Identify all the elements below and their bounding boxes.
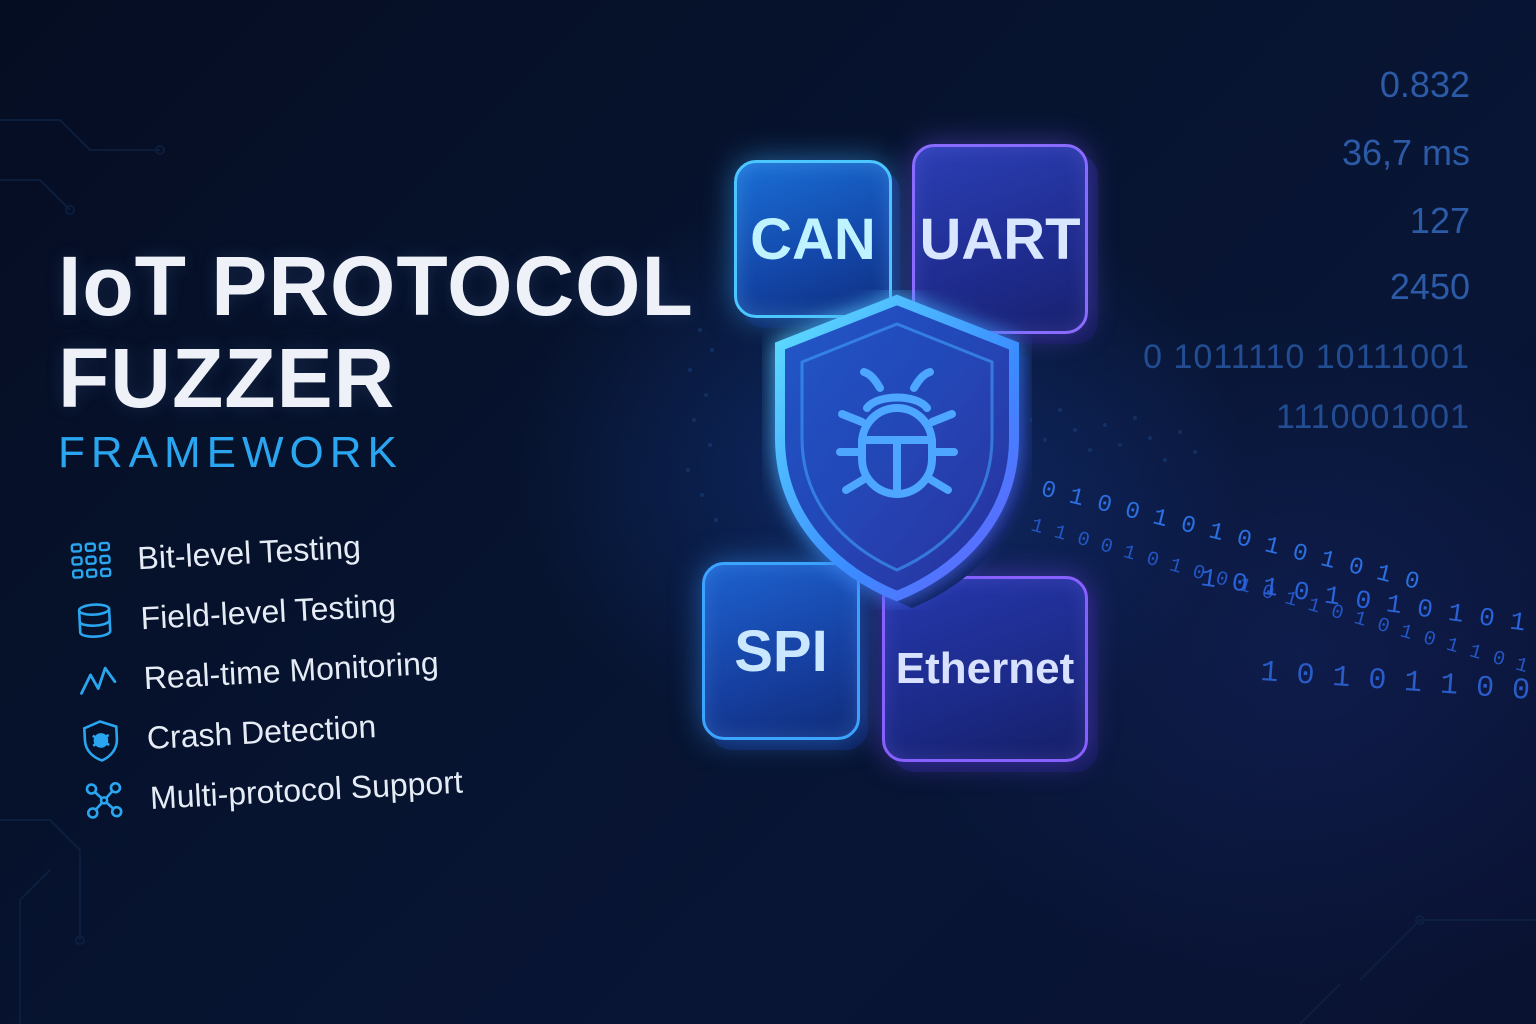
protocol-label: UART (919, 206, 1081, 272)
binary-stream-line: 1 0 1 0 1 0 1 0 1 0 1 0 1 0 1 0 (1199, 563, 1536, 660)
shield-bug-icon (76, 715, 126, 765)
feature-label: Real-time Monitoring (142, 644, 440, 696)
page-subtitle: FRAMEWORK (58, 428, 403, 477)
binary-readout: 0 1011110 10111001 (1143, 338, 1470, 376)
metric-value: 0.832 (1379, 64, 1470, 105)
feature-label: Crash Detection (145, 707, 377, 756)
metric-value: 36,7 ms (1341, 132, 1470, 173)
protocol-label: CAN (750, 206, 876, 272)
metric-value: 2450 (1389, 266, 1470, 307)
binary-stream-line: 1 0 1 0 1 1 0 0 1 0 1 (1259, 656, 1536, 716)
metric-value: 127 (1409, 200, 1470, 241)
feature-label: Bit-level Testing (136, 528, 362, 576)
network-nodes-icon (79, 775, 129, 825)
feature-label: Multi-protocol Support (149, 763, 464, 816)
protocol-tiles: CAN UART SPI Ethernet (690, 140, 1130, 780)
protocol-label: Ethernet (895, 644, 1075, 693)
protocol-label: SPI (734, 618, 828, 684)
shield-bug-icon (775, 294, 1030, 608)
feature-label: Field-level Testing (139, 586, 397, 636)
database-icon (69, 595, 119, 645)
grid-bits-icon (66, 535, 116, 585)
page-title-line-2: FUZZER (58, 331, 396, 425)
title-block: IoT PROTOCOL FUZZER FRAMEWORK (58, 240, 694, 480)
binary-readout: 1110001001 (1275, 398, 1470, 436)
waveform-icon (73, 655, 123, 705)
page-title: IoT PROTOCOL (58, 239, 694, 333)
feature-list: Bit-level Testing Field-level Testing Re… (66, 510, 501, 832)
